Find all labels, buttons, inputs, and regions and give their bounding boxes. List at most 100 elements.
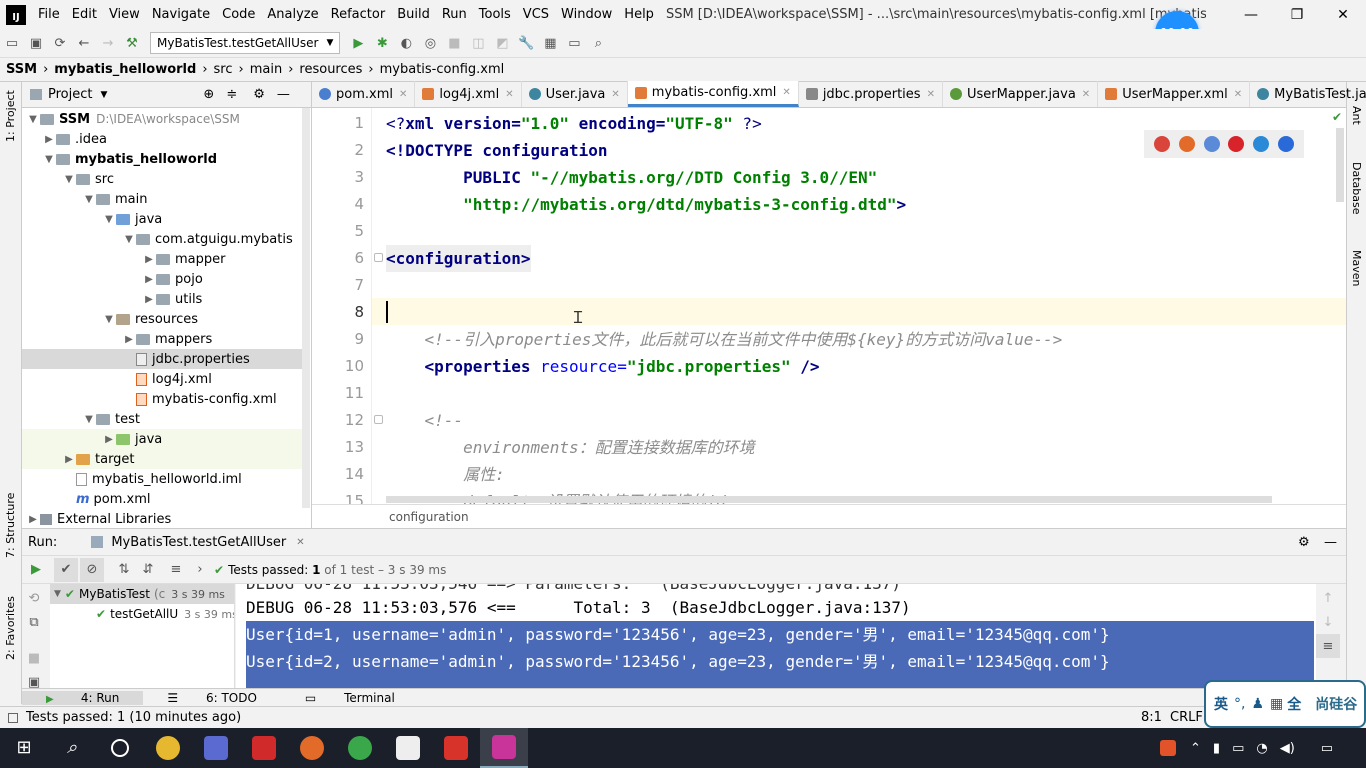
collapsed-arrow-icon[interactable]: ▶ [122,334,136,345]
menu-run[interactable]: Run [436,7,473,22]
close-icon[interactable]: ✕ [782,87,790,98]
tab-user-java[interactable]: User.java ✕ [522,81,628,107]
expanded-arrow-icon[interactable]: ▼ [26,114,40,125]
ime-toolbar[interactable]: 英 °, ♟ ▦ 全 尚硅谷 [1204,680,1366,728]
terminal-icon[interactable]: ▭ [562,31,586,55]
network-icon[interactable]: ◔ [1256,741,1267,756]
task-view-icon[interactable] [96,728,144,768]
close-icon[interactable]: ✕ [1082,89,1090,100]
chrome-icon[interactable] [1154,136,1171,152]
tree-item-mybatis-config[interactable]: mybatis-config.xml [22,389,304,409]
project-structure-icon[interactable]: ▦ [538,31,562,55]
edge-icon[interactable] [1277,136,1294,152]
close-icon[interactable]: ✕ [927,89,935,100]
battery-icon[interactable]: ▮ [1213,741,1220,756]
editor-horizontal-scrollbar[interactable] [386,496,1272,503]
nav-crumb-main[interactable]: main [250,62,282,77]
expanded-arrow-icon[interactable]: ▼ [82,194,96,205]
tab-run[interactable]: ▶ 4: Run [22,690,144,705]
tree-item-test[interactable]: ▼ test [22,409,304,429]
save-icon[interactable]: ▣ [24,31,48,55]
ime-fullwidth[interactable]: 全 [1287,694,1301,714]
menu-edit[interactable]: Edit [66,7,103,22]
test-suite-row[interactable]: ▼ ✔ MyBatisTest (c 3 s 39 ms [50,584,234,604]
vcs-commit-icon[interactable]: ◩ [490,31,514,55]
volume-icon[interactable]: ◀) [1280,741,1295,756]
tab-todo[interactable]: ☰ 6: TODO [143,691,281,705]
typora-icon[interactable] [384,728,432,768]
tab-pom-xml[interactable]: pom.xml ✕ [312,81,416,107]
ie-icon[interactable] [1252,136,1269,152]
menu-analyze[interactable]: Analyze [261,7,324,22]
menu-code[interactable]: Code [216,7,261,22]
vcs-update-icon[interactable]: ◫ [466,31,490,55]
tab-log4j-xml[interactable]: log4j.xml ✕ [415,81,522,107]
back-icon[interactable]: ← [72,31,96,55]
collapsed-arrow-icon[interactable]: ▶ [42,134,56,145]
status-toggle-icon[interactable] [8,712,18,723]
editor-breadcrumb[interactable]: configuration [312,504,1346,528]
search-icon[interactable]: ⌕ [586,31,610,55]
collapsed-arrow-icon[interactable]: ▶ [142,254,156,265]
sort-duration-icon[interactable]: ⇵ [136,558,160,582]
gear-icon[interactable]: ⚙ [253,87,265,102]
hide-panel-icon[interactable]: — [1324,535,1337,550]
project-tool-tab[interactable]: 1: Project [4,90,17,142]
tree-item-mappers[interactable]: ▶ mappers [22,329,304,349]
toggle-debug-icon[interactable]: ⧉ [22,610,46,634]
keyboard-icon[interactable]: ▭ [1232,741,1244,756]
tree-item-module[interactable]: ▼ mybatis_helloworld [22,149,304,169]
notifications-icon[interactable]: ▭ [1321,741,1333,756]
show-passed-icon[interactable]: ✔ [54,557,78,582]
tab-usermapper-xml[interactable]: UserMapper.xml ✕ [1098,81,1251,107]
minimize-icon[interactable]: — [1228,0,1274,29]
nav-crumb-src[interactable]: src [214,62,233,77]
tree-item-pom[interactable]: m pom.xml [22,489,304,509]
maven-tool-tab[interactable]: Maven [1350,250,1363,286]
menu-file[interactable]: File [32,7,66,22]
menu-help[interactable]: Help [618,7,660,22]
editor-vertical-scrollbar[interactable] [1336,128,1344,202]
start-windows-icon[interactable]: ⊞ [0,728,48,768]
scroll-down-icon[interactable]: ↓ [1316,610,1340,634]
expanded-arrow-icon[interactable]: ▼ [102,314,116,325]
stop-icon[interactable]: ■ [442,31,466,55]
search-icon[interactable]: ⌕ [48,728,96,768]
locate-icon[interactable]: ⊕ [203,87,214,102]
tab-usermapper-java[interactable]: UserMapper.java ✕ [943,81,1099,107]
ant-tool-tab[interactable]: Ant [1350,106,1363,125]
tree-item-main[interactable]: ▼ main [22,189,304,209]
menu-tools[interactable]: Tools [473,7,517,22]
app-yellow-icon[interactable] [144,728,192,768]
code-editor[interactable]: 1 2 3 4 5 6 7 8 9 10 11 12 13 14 15 <?xm… [312,108,1346,504]
tree-item-jdbc-properties[interactable]: jdbc.properties [22,349,304,369]
nav-crumb-module[interactable]: mybatis_helloworld [54,62,196,77]
close-icon[interactable]: ✕ [399,89,407,100]
sync-icon[interactable]: ⟳ [48,31,72,55]
safari-icon[interactable] [1203,136,1220,152]
menu-build[interactable]: Build [391,7,436,22]
tab-terminal[interactable]: ▭ Terminal [281,691,419,705]
tree-item-mapper[interactable]: ▶ mapper [22,249,304,269]
project-scrollbar[interactable] [302,108,310,508]
app-pen-icon[interactable] [192,728,240,768]
app-youdao-icon[interactable] [240,728,288,768]
tree-item-src[interactable]: ▼ src [22,169,304,189]
tab-jdbc-properties[interactable]: jdbc.properties ✕ [799,81,943,107]
tree-item-idea[interactable]: ▶ .idea [22,129,304,149]
wps-icon[interactable] [432,728,480,768]
tree-item-test-java[interactable]: ▶ java [22,429,304,449]
open-folder-icon[interactable]: ▭ [0,31,24,55]
menu-view[interactable]: View [103,7,146,22]
history-icon[interactable]: ⟲ [22,586,46,610]
structure-tool-tab[interactable]: 7: Structure [4,493,17,558]
menu-navigate[interactable]: Navigate [146,7,216,22]
hide-panel-icon[interactable]: — [277,87,290,102]
close-icon[interactable]: ✕ [505,89,513,100]
favorites-tool-tab[interactable]: 2: Favorites [4,596,17,660]
tree-item-external-libraries[interactable]: ▶ External Libraries [22,509,304,529]
fold-marker-icon[interactable] [374,415,383,424]
run-icon[interactable]: ▶ [346,31,370,55]
nav-crumb-project[interactable]: SSM [6,62,37,77]
settings-wrench-icon[interactable]: 🔧 [514,31,538,55]
